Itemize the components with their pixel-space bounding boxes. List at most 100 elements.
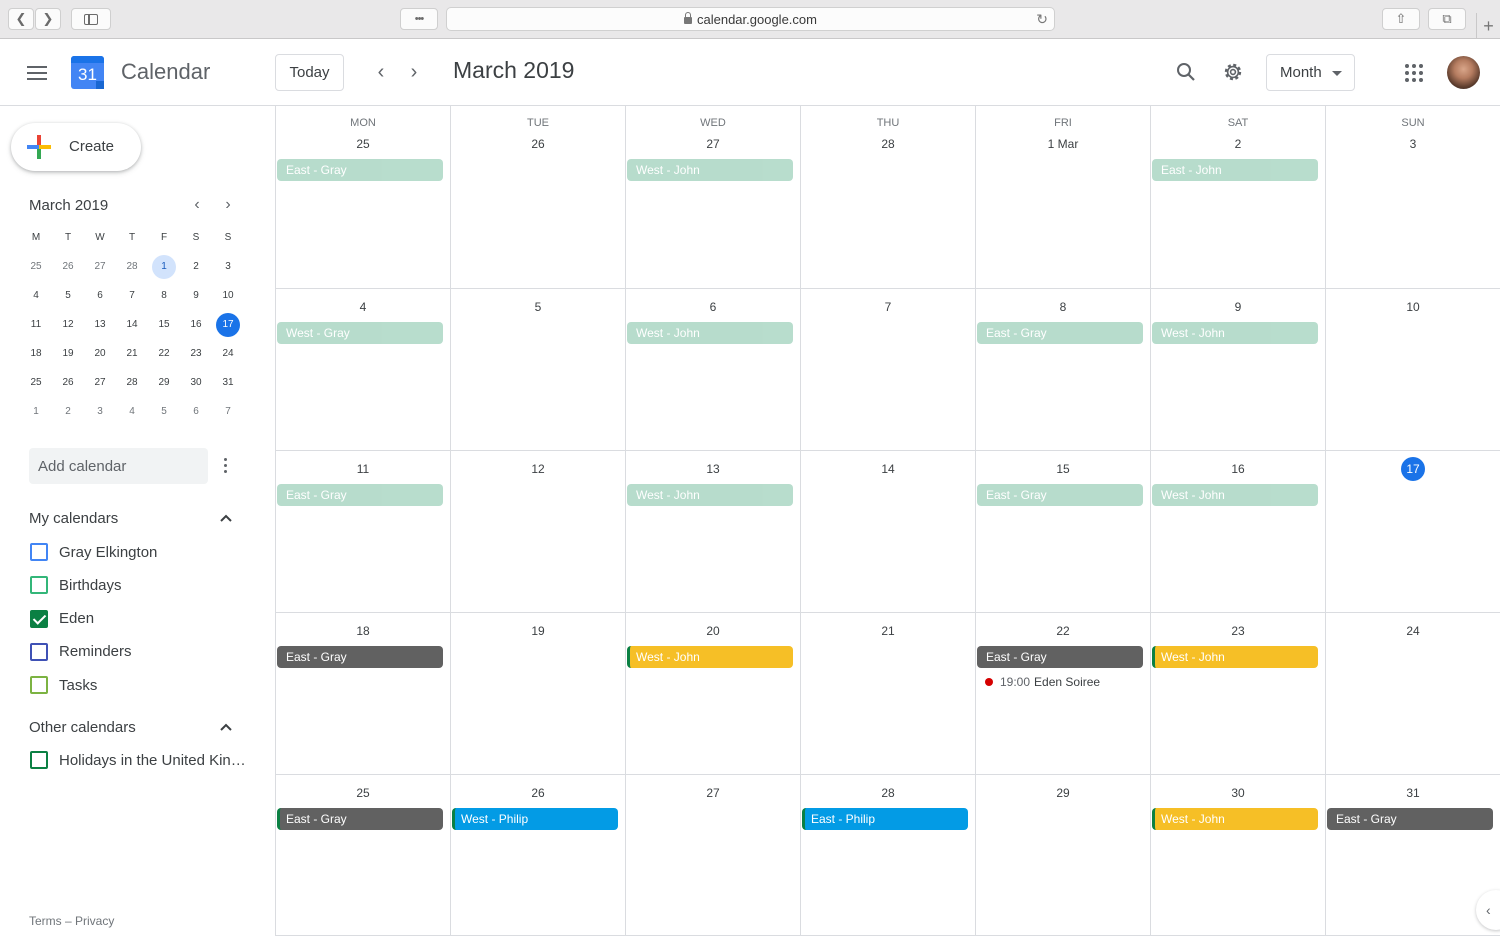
day-cell[interactable]: 16 West - John: [1151, 451, 1326, 613]
mini-day[interactable]: 23: [180, 339, 212, 368]
mini-day[interactable]: 27: [84, 252, 116, 281]
day-cell[interactable]: 22 East - Gray 19:00 Eden Soiree: [976, 613, 1151, 775]
mini-day[interactable]: 31: [212, 368, 244, 397]
apps-grid-icon[interactable]: [1405, 64, 1423, 82]
mini-day[interactable]: 7: [212, 397, 244, 426]
mini-day[interactable]: 24: [212, 339, 244, 368]
mini-day[interactable]: 16: [180, 310, 212, 339]
day-number[interactable]: 17: [1326, 457, 1500, 481]
day-number[interactable]: 1 Mar: [976, 132, 1150, 156]
day-number[interactable]: 8: [976, 295, 1150, 319]
day-cell[interactable]: 8 East - Gray: [976, 289, 1151, 451]
event-chip[interactable]: East - Gray: [977, 322, 1143, 344]
mini-day[interactable]: 14: [116, 310, 148, 339]
mini-day[interactable]: 18: [20, 339, 52, 368]
day-cell[interactable]: 29: [976, 775, 1151, 936]
forward-button[interactable]: ❯: [35, 8, 61, 30]
event-chip[interactable]: East - Gray: [977, 484, 1143, 506]
day-number[interactable]: 9: [1151, 295, 1325, 319]
day-cell[interactable]: 14: [801, 451, 976, 613]
checkbox[interactable]: [30, 642, 48, 661]
day-number[interactable]: 30: [1151, 781, 1325, 805]
prev-period-button[interactable]: ‹: [371, 61, 391, 83]
checkbox[interactable]: [30, 543, 48, 561]
day-cell[interactable]: 19: [451, 613, 626, 775]
day-number[interactable]: 21: [801, 619, 975, 643]
day-cell[interactable]: 31 East - Gray: [1326, 775, 1500, 936]
mini-day[interactable]: 5: [52, 281, 84, 310]
event-chip[interactable]: West - John: [627, 646, 793, 668]
mini-day[interactable]: 3: [212, 252, 244, 281]
mini-day[interactable]: 28: [116, 252, 148, 281]
event-chip[interactable]: West - Gray: [277, 322, 443, 344]
day-cell[interactable]: 9 West - John: [1151, 289, 1326, 451]
view-selector[interactable]: Month: [1266, 54, 1355, 91]
day-cell[interactable]: 17: [1326, 451, 1500, 613]
mini-day[interactable]: 26: [52, 368, 84, 397]
mini-day[interactable]: 10: [212, 281, 244, 310]
mini-day[interactable]: 25: [20, 252, 52, 281]
main-menu-button[interactable]: [27, 66, 47, 80]
calendar-item[interactable]: Eden: [30, 609, 94, 629]
settings-button[interactable]: [1220, 59, 1246, 85]
day-cell[interactable]: 10: [1326, 289, 1500, 451]
day-cell[interactable]: 6 West - John: [626, 289, 801, 451]
event-chip[interactable]: West - John: [1152, 808, 1318, 830]
mini-day[interactable]: 17: [212, 310, 244, 339]
day-number[interactable]: 25: [276, 781, 450, 805]
mini-day[interactable]: 7: [116, 281, 148, 310]
mini-day[interactable]: 5: [148, 397, 180, 426]
day-number[interactable]: 19: [451, 619, 625, 643]
event-chip[interactable]: West - John: [1152, 484, 1318, 506]
mini-day[interactable]: 4: [116, 397, 148, 426]
mini-day[interactable]: 19: [52, 339, 84, 368]
day-number[interactable]: 28: [801, 781, 975, 805]
day-number[interactable]: 25: [276, 132, 450, 156]
mini-day[interactable]: 27: [84, 368, 116, 397]
day-number[interactable]: 2: [1151, 132, 1325, 156]
day-cell[interactable]: 4 West - Gray: [276, 289, 451, 451]
mini-day[interactable]: 6: [84, 281, 116, 310]
day-cell[interactable]: 11 East - Gray: [276, 451, 451, 613]
day-number[interactable]: 20: [626, 619, 800, 643]
event-chip[interactable]: East - Philip: [802, 808, 968, 830]
day-cell[interactable]: 20 West - John: [626, 613, 801, 775]
my-calendars-heading[interactable]: My calendars: [29, 510, 118, 527]
day-number[interactable]: 16: [1151, 457, 1325, 481]
day-number[interactable]: 28: [801, 132, 975, 156]
event-chip[interactable]: West - John: [627, 484, 793, 506]
mini-day[interactable]: 20: [84, 339, 116, 368]
calendar-item[interactable]: Tasks: [30, 675, 97, 695]
add-calendar-input[interactable]: Add calendar: [29, 448, 208, 484]
day-cell[interactable]: 30 West - John: [1151, 775, 1326, 936]
timed-event[interactable]: 19:00 Eden Soiree: [985, 675, 1100, 689]
day-number[interactable]: 11: [276, 457, 450, 481]
day-cell[interactable]: 21: [801, 613, 976, 775]
sidebar-toggle-button[interactable]: [71, 8, 111, 30]
day-number[interactable]: 27: [626, 781, 800, 805]
day-cell[interactable]: 7: [801, 289, 976, 451]
mini-day[interactable]: 12: [52, 310, 84, 339]
day-number[interactable]: 24: [1326, 619, 1500, 643]
share-button[interactable]: ⇧: [1382, 8, 1420, 30]
day-number[interactable]: 26: [451, 132, 625, 156]
day-cell[interactable]: 12: [451, 451, 626, 613]
mini-day[interactable]: 1: [148, 252, 180, 281]
day-cell[interactable]: 23 West - John: [1151, 613, 1326, 775]
checkbox[interactable]: [30, 751, 48, 769]
account-avatar[interactable]: [1447, 56, 1480, 89]
other-calendars-heading[interactable]: Other calendars: [29, 719, 136, 736]
day-number[interactable]: 26: [451, 781, 625, 805]
mini-day[interactable]: 26: [52, 252, 84, 281]
next-period-button[interactable]: ›: [404, 61, 424, 83]
mini-prev-month-button[interactable]: ‹: [187, 194, 207, 216]
mini-day[interactable]: 29: [148, 368, 180, 397]
checkbox[interactable]: [30, 676, 48, 695]
day-number[interactable]: 7: [801, 295, 975, 319]
day-number[interactable]: 15: [976, 457, 1150, 481]
calendar-item[interactable]: Birthdays: [30, 575, 122, 595]
day-cell[interactable]: 26 West - Philip: [451, 775, 626, 936]
day-cell[interactable]: 27: [626, 775, 801, 936]
checkbox[interactable]: [30, 609, 48, 628]
day-number[interactable]: 14: [801, 457, 975, 481]
